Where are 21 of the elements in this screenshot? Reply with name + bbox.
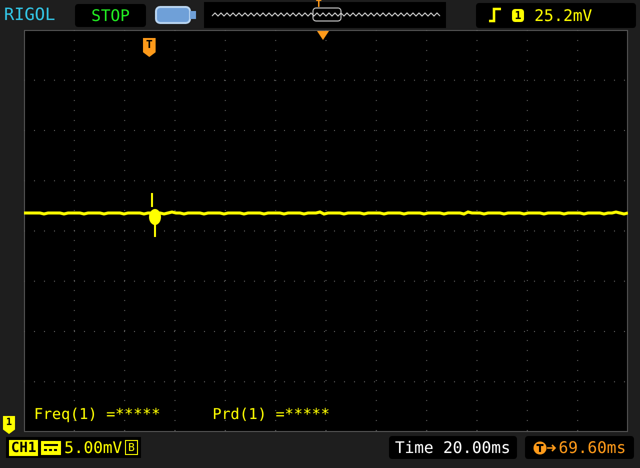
memory-depth-icon xyxy=(154,5,198,25)
trigger-source-badge: 1 xyxy=(512,8,524,22)
trigger-offset-value: 69.60ms xyxy=(558,438,626,457)
measurement-readout: Freq(1) =***** xyxy=(34,405,160,423)
brand-logo: RIGOL xyxy=(4,5,56,25)
channel-settings[interactable]: CH1 5.00mV B xyxy=(6,437,141,458)
channel-label: CH1 xyxy=(9,440,38,456)
measurement-readout: Prd(1) =***** xyxy=(212,405,330,423)
trigger-time-marker[interactable]: T xyxy=(143,38,156,57)
channel-level-marker[interactable]: 1 xyxy=(3,416,16,434)
trigger-marker: T xyxy=(316,0,322,10)
dc-coupling-icon xyxy=(41,440,62,454)
timebase-readout[interactable]: Time 20.00ms xyxy=(388,436,517,459)
trigger-position-marker[interactable] xyxy=(317,31,329,41)
vertical-scale: 5.00mV xyxy=(64,438,122,457)
rising-edge-icon xyxy=(488,7,502,23)
trigger-level: 25.2mV xyxy=(534,6,592,24)
run-state-label: STOP xyxy=(75,4,146,26)
trigger-offset-panel[interactable]: 69.60ms xyxy=(524,436,634,459)
trigger-offset-icon xyxy=(532,440,557,456)
bandwidth-limit-badge: B xyxy=(125,440,138,455)
